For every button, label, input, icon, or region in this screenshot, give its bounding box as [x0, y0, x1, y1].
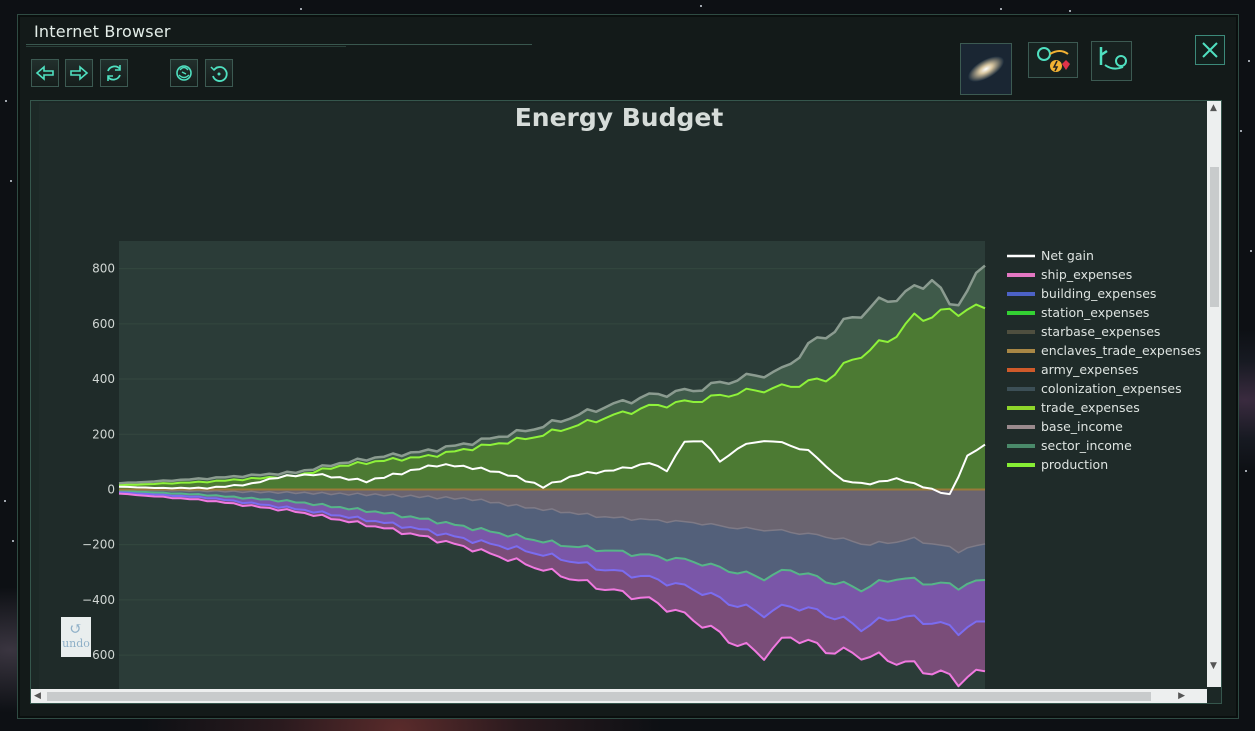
- y-tick-label: 600: [92, 317, 115, 331]
- back-arrow-icon: [35, 65, 54, 81]
- empire-emblem-icon: [176, 65, 192, 81]
- star: [10, 180, 12, 182]
- star: [300, 8, 302, 10]
- window-title: Internet Browser: [34, 22, 171, 41]
- star: [1000, 8, 1002, 10]
- vertical-scrollbar[interactable]: ▲ ▼: [1207, 101, 1221, 687]
- resource-trade-button[interactable]: [1028, 42, 1078, 78]
- y-tick-label: 400: [92, 372, 115, 386]
- star: [1250, 250, 1252, 252]
- star: [700, 5, 702, 7]
- close-icon: [1202, 42, 1218, 58]
- star: [5, 100, 7, 102]
- legend-label: ship_expenses: [1041, 267, 1132, 282]
- close-button[interactable]: [1195, 35, 1225, 65]
- legend-label: starbase_expenses: [1041, 324, 1160, 339]
- undo-label: undo: [62, 637, 90, 650]
- history-icon: [210, 66, 228, 82]
- scroll-down-arrow[interactable]: ▼: [1210, 661, 1217, 671]
- forward-button[interactable]: [65, 59, 93, 87]
- y-tick-label: 200: [92, 427, 115, 441]
- title-underline-accent: [26, 46, 346, 47]
- legend-label: colonization_expenses: [1041, 381, 1182, 396]
- title-underline: [26, 44, 532, 45]
- star: [1248, 60, 1250, 62]
- y-tick-label: 0: [107, 482, 115, 496]
- undo-button[interactable]: ↺ undo: [61, 617, 91, 657]
- pop-figure-button[interactable]: [1091, 41, 1132, 81]
- legend-label: enclaves_trade_expenses: [1041, 343, 1201, 358]
- scroll-up-arrow[interactable]: ▲: [1210, 103, 1217, 113]
- forward-arrow-icon: [70, 65, 89, 81]
- legend-label: base_income: [1041, 419, 1123, 434]
- y-tick-label: 800: [92, 262, 115, 276]
- legend-label: production: [1041, 457, 1108, 472]
- legend-label: Net gain: [1041, 248, 1094, 263]
- y-tick-label: −400: [82, 593, 115, 607]
- browser-content: 800 600 400 200 0 −200 −400 −600 Net gain ship_ex…: [30, 100, 1222, 704]
- scroll-left-arrow[interactable]: ◀: [34, 691, 41, 701]
- scroll-right-arrow[interactable]: ▶: [1178, 691, 1185, 701]
- galaxy-icon: [961, 44, 1011, 94]
- pop-figure-icon: [1099, 47, 1127, 70]
- legend-label: building_expenses: [1041, 286, 1156, 301]
- vertical-scroll-thumb[interactable]: [1210, 167, 1219, 307]
- star: [1245, 470, 1247, 472]
- chart-title: Energy Budget: [514, 103, 724, 132]
- star: [1069, 10, 1071, 12]
- back-button[interactable]: [31, 59, 59, 87]
- y-tick-label: −200: [82, 538, 115, 552]
- galaxy-button[interactable]: [960, 43, 1012, 95]
- energy-budget-chart: 8006004002000−200−400−600Net gainship_ex…: [82, 241, 1201, 691]
- reload-icon: [107, 65, 121, 81]
- history-button[interactable]: [205, 59, 233, 87]
- star: [12, 540, 14, 542]
- reload-button[interactable]: [100, 59, 128, 87]
- legend-label: sector_income: [1041, 438, 1132, 453]
- horizontal-scrollbar[interactable]: ◀ ▶: [31, 689, 1207, 703]
- undo-icon: ↺: [69, 619, 83, 638]
- star: [1240, 130, 1242, 132]
- resource-trade-icon: [1037, 47, 1070, 72]
- legend-label: trade_expenses: [1041, 400, 1140, 415]
- legend-label: army_expenses: [1041, 362, 1139, 377]
- horizontal-scroll-thumb[interactable]: [47, 692, 1151, 701]
- empire-button[interactable]: [170, 59, 198, 87]
- star: [4, 500, 6, 502]
- legend-label: station_expenses: [1041, 305, 1149, 320]
